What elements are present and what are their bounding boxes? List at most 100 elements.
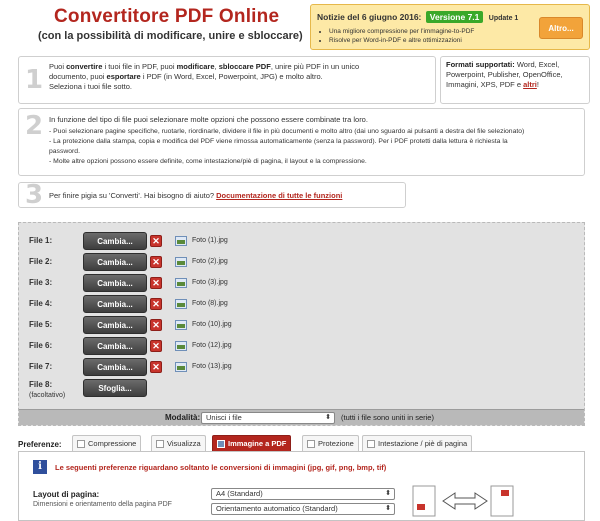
mode-select[interactable]: Unisci i file ⬍: [201, 412, 335, 424]
orientation-value: Orientamento automatico (Standard): [216, 504, 338, 513]
delete-icon[interactable]: ✕: [150, 361, 162, 373]
text: i PDF (in Word, Excel, Powerpoint, JPG) …: [140, 72, 323, 81]
tab-header-footer[interactable]: Intestazione / piè di pagina: [362, 435, 473, 451]
step-1-box: 1 Puoi convertire i tuoi file in PDF, pu…: [18, 56, 436, 104]
news-heading: Notizie del 6 giugno 2016: Versione 7.1 …: [317, 11, 518, 23]
image-icon: [217, 439, 225, 448]
text: Puoi: [49, 62, 67, 71]
browse-file-button[interactable]: Sfoglia...: [83, 379, 147, 397]
delete-icon[interactable]: ✕: [150, 298, 162, 310]
delete-icon[interactable]: ✕: [150, 256, 162, 268]
change-file-button[interactable]: Cambia...: [83, 337, 147, 355]
preferences-note: Le seguenti preferenze riguardano soltan…: [55, 463, 387, 472]
text: !: [536, 80, 539, 89]
delete-icon[interactable]: ✕: [150, 235, 162, 247]
documentation-link[interactable]: Documentazione di tutte le funzioni: [216, 191, 342, 200]
tab-protection[interactable]: Protezione: [302, 435, 359, 451]
tab-view[interactable]: Visualizza: [151, 435, 206, 451]
file-name: Foto (2).jpg: [192, 258, 228, 265]
file-name: Foto (1).jpg: [192, 237, 228, 244]
file-label: File 5:: [29, 320, 53, 329]
change-file-button[interactable]: Cambia...: [83, 316, 147, 334]
page-size-select[interactable]: A4 (Standard) ⬍: [211, 488, 395, 500]
layout-label: Layout di pagina:: [33, 490, 100, 499]
other-formats-link[interactable]: altri: [523, 80, 537, 89]
file-row: File 1: Cambia... ✕ Foto (1).jpg: [29, 232, 329, 250]
file-row: File 3: Cambia... ✕ Foto (3).jpg: [29, 274, 329, 292]
optional-label: (facoltativo): [29, 392, 66, 399]
tab-label: Visualizza: [167, 439, 201, 448]
mode-label: Modalità:: [165, 413, 201, 422]
mode-selected-value: Unisci i file: [206, 413, 242, 422]
change-file-button[interactable]: Cambia...: [83, 232, 147, 250]
lock-icon: [307, 439, 315, 448]
info-icon: i: [33, 460, 47, 474]
file-name: Foto (13).jpg: [192, 363, 232, 370]
tab-label: Intestazione / piè di pagina: [378, 439, 468, 448]
compression-icon: [77, 439, 85, 448]
layout-description: Dimensioni e orientamento della pagina P…: [33, 501, 172, 508]
page-size-value: A4 (Standard): [216, 489, 263, 498]
image-file-icon: [175, 278, 187, 288]
change-file-button[interactable]: Cambia...: [83, 274, 147, 292]
orientation-illustration: [412, 485, 514, 517]
step-2-intro: In funzione del tipo di file puoi selezi…: [49, 115, 368, 124]
tab-label: Immagine a PDF: [228, 439, 287, 448]
step-2-line: - La protezione dalla stampa, copia e mo…: [49, 138, 508, 145]
file-row: File 7: Cambia... ✕ Foto (13).jpg: [29, 358, 329, 376]
document-icon: [367, 439, 375, 448]
tab-image-to-pdf[interactable]: Immagine a PDF: [212, 435, 292, 451]
step-2-line: - Molte altre opzioni possono essere def…: [49, 158, 367, 165]
preferences-label: Preferenze:: [18, 440, 62, 449]
mode-hint: (tutti i file sono uniti in serie): [341, 413, 434, 422]
file-label: File 4:: [29, 299, 53, 308]
step-2-box: 2 In funzione del tipo di file puoi sele…: [18, 108, 585, 176]
version-badge: Versione 7.1: [425, 11, 484, 23]
step-number: 3: [25, 180, 44, 210]
step-1-text: Puoi convertire i tuoi file in PDF, puoi…: [49, 62, 433, 92]
delete-icon[interactable]: ✕: [150, 277, 162, 289]
change-file-button[interactable]: Cambia...: [83, 295, 147, 313]
image-file-icon: [175, 362, 187, 372]
image-file-icon: [175, 257, 187, 267]
image-file-icon: [175, 341, 187, 351]
file-name: Foto (10).jpg: [192, 321, 232, 328]
step-number: 1: [25, 65, 44, 95]
page-subtitle: (con la possibilità di modificare, unire…: [38, 30, 303, 42]
file-label: File 7:: [29, 362, 53, 371]
file-row: File 2: Cambia... ✕ Foto (2).jpg: [29, 253, 329, 271]
preferences-panel: i Le seguenti preferenze riguardano solt…: [18, 451, 585, 521]
file-upload-area: File 1: Cambia... ✕ Foto (1).jpg File 2:…: [18, 222, 585, 426]
step-2-line: - Puoi selezionare pagine specifiche, ru…: [49, 128, 525, 135]
orientation-select[interactable]: Orientamento automatico (Standard) ⬍: [211, 503, 395, 515]
tab-compression[interactable]: Compressione: [72, 435, 142, 451]
file-label: File 1:: [29, 236, 53, 245]
file-row: File 8: (facoltativo) Sfoglia...: [29, 379, 329, 403]
file-label: File 6:: [29, 341, 53, 350]
text-bold: modificare: [176, 62, 215, 71]
text: documento, puoi: [49, 72, 107, 81]
mode-bar: Modalità: Unisci i file ⬍ (tutti i file …: [19, 409, 584, 425]
delete-icon[interactable]: ✕: [150, 340, 162, 352]
text-bold: esportare: [106, 72, 141, 81]
step-3-box: 3 Per finire pigia su 'Converti'. Hai bi…: [18, 180, 406, 210]
more-news-button[interactable]: Altro...: [539, 17, 583, 39]
chevron-down-icon: ⬍: [385, 505, 391, 512]
file-label: File 2:: [29, 257, 53, 266]
step-3-text: Per finire pigia su 'Converti'. Hai biso…: [49, 191, 405, 201]
page-title: Convertitore PDF Online: [54, 6, 280, 27]
portrait-page-shape: [412, 485, 436, 517]
change-file-button[interactable]: Cambia...: [83, 253, 147, 271]
news-box: Notizie del 6 giugno 2016: Versione 7.1 …: [310, 4, 590, 50]
view-icon: [156, 439, 164, 448]
text: i tuoi file in PDF, puoi: [102, 62, 177, 71]
change-file-button[interactable]: Cambia...: [83, 358, 147, 376]
chevron-down-icon: ⬍: [385, 490, 391, 497]
rotated-mark: [501, 490, 509, 496]
image-file-icon: [175, 236, 187, 246]
portrait-mark: [417, 504, 425, 510]
file-row: File 6: Cambia... ✕ Foto (12).jpg: [29, 337, 329, 355]
delete-icon[interactable]: ✕: [150, 319, 162, 331]
file-name: Foto (8).jpg: [192, 300, 228, 307]
update-label: Update 1: [488, 15, 519, 22]
